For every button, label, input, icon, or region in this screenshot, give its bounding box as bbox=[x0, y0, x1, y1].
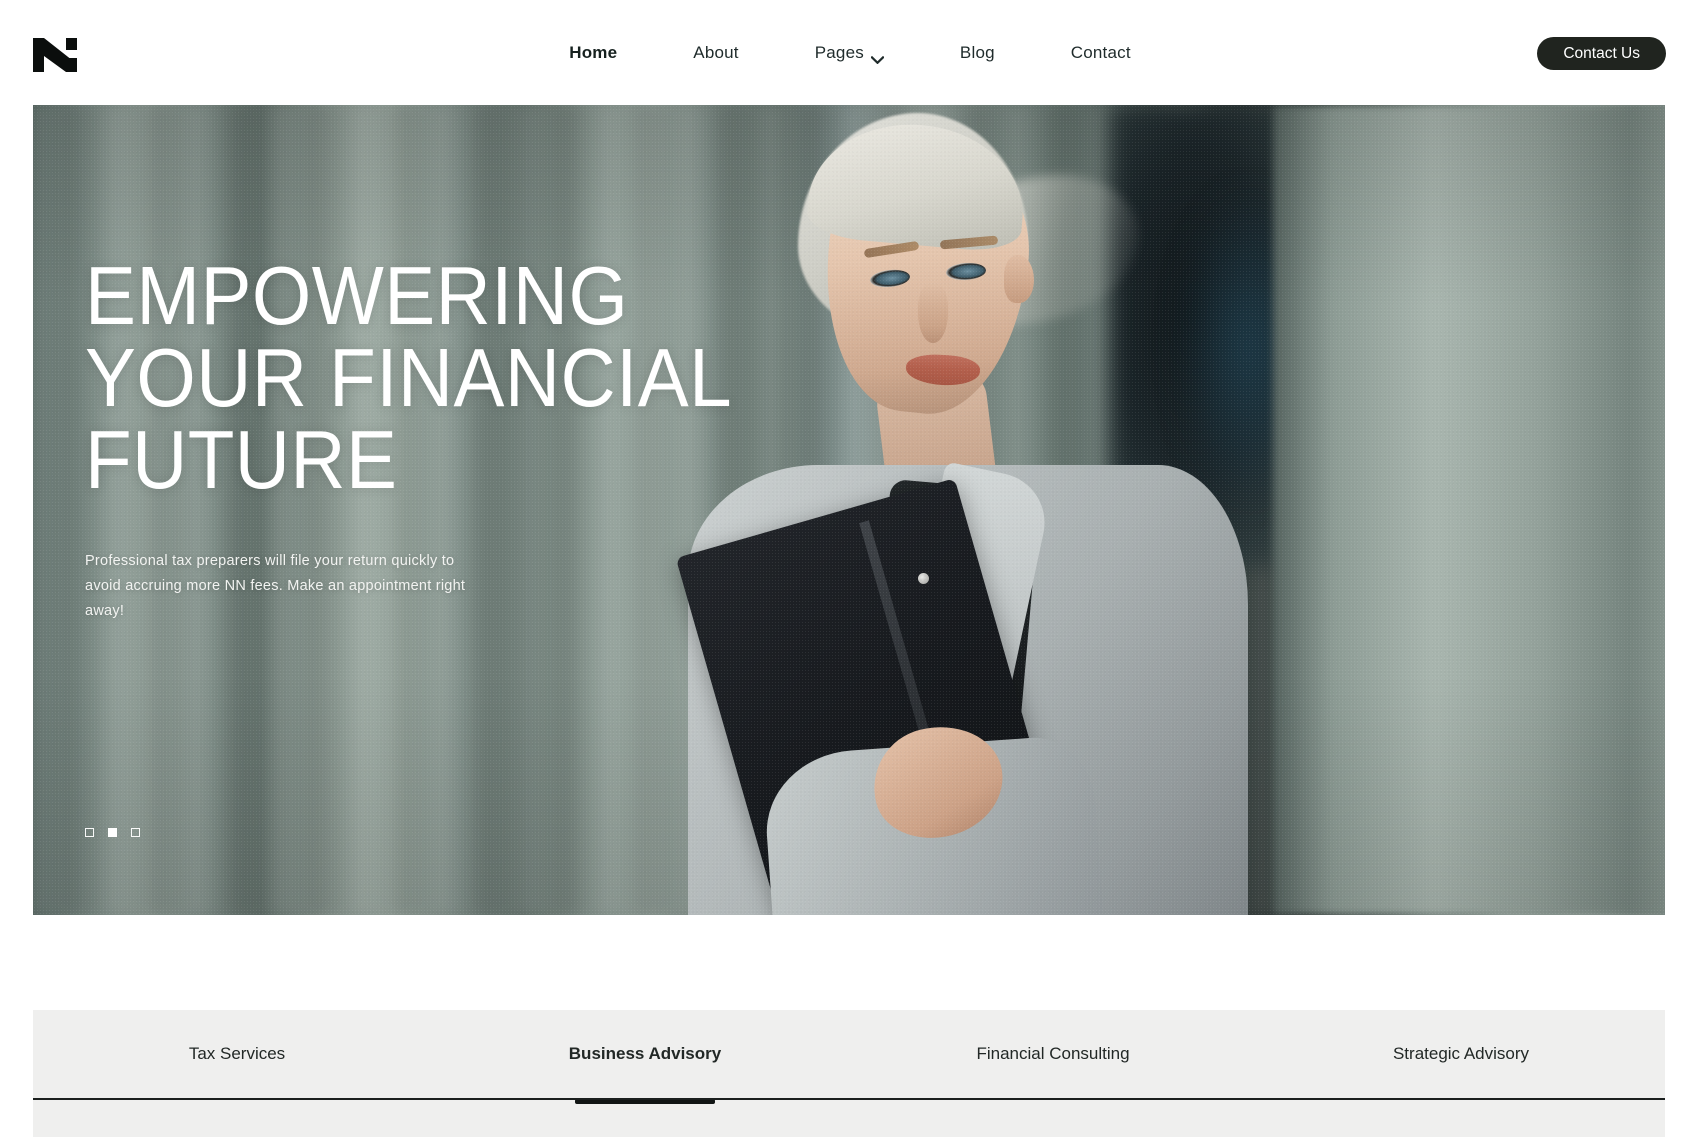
slider-dot-2[interactable] bbox=[108, 828, 117, 837]
nav-label-pages: Pages bbox=[814, 42, 864, 62]
tab-label-tax-services: Tax Services bbox=[188, 1044, 286, 1063]
landing-page: Home About Pages Blog Contact Contact Us… bbox=[0, 0, 1700, 1137]
services-tabs-row: Tax Services Business Advisory Financial… bbox=[33, 1010, 1665, 1098]
hero-slider: EMPOWERING YOUR FINANCIAL FUTURE Profess… bbox=[33, 105, 1665, 915]
chevron-down-icon bbox=[870, 49, 885, 64]
hero-headline-line-3: FUTURE bbox=[85, 413, 398, 507]
site-header: Home About Pages Blog Contact Contact Us bbox=[0, 0, 1700, 105]
nav-item-home[interactable]: Home bbox=[569, 43, 617, 63]
nav-item-about[interactable]: About bbox=[693, 43, 738, 63]
hero-slider-pagination bbox=[85, 828, 140, 837]
hero-headline: EMPOWERING YOUR FINANCIAL FUTURE bbox=[85, 249, 913, 507]
tab-label-financial-consulting: Financial Consulting bbox=[976, 1044, 1130, 1063]
tab-financial-consulting[interactable]: Financial Consulting bbox=[849, 1010, 1257, 1098]
tab-business-advisory[interactable]: Business Advisory bbox=[441, 1010, 849, 1098]
contact-us-button[interactable]: Contact Us bbox=[1537, 37, 1666, 70]
primary-navigation: Home About Pages Blog Contact bbox=[0, 0, 1700, 105]
nav-label-about: About bbox=[693, 42, 739, 62]
nav-item-pages[interactable]: Pages bbox=[814, 42, 885, 64]
nav-item-blog[interactable]: Blog bbox=[960, 43, 995, 63]
tab-tax-services[interactable]: Tax Services bbox=[33, 1010, 441, 1098]
slider-dot-1[interactable] bbox=[85, 828, 94, 837]
nav-item-contact[interactable]: Contact bbox=[1071, 43, 1131, 63]
tab-strategic-advisory[interactable]: Strategic Advisory bbox=[1257, 1010, 1665, 1098]
services-tabs-section: Tax Services Business Advisory Financial… bbox=[33, 1010, 1665, 1137]
tabs-divider bbox=[33, 1098, 1665, 1100]
tab-label-strategic-advisory: Strategic Advisory bbox=[1392, 1044, 1530, 1063]
slider-dot-3[interactable] bbox=[131, 828, 140, 837]
tab-label-business-advisory: Business Advisory bbox=[568, 1044, 722, 1063]
hero-headline-line-2: YOUR FINANCIAL bbox=[85, 331, 733, 425]
hero-headline-line-1: EMPOWERING bbox=[85, 249, 629, 342]
hero-copy-block: EMPOWERING YOUR FINANCIAL FUTURE Profess… bbox=[85, 249, 985, 623]
hero-paragraph: Professional tax preparers will file you… bbox=[85, 553, 466, 619]
nav-label-contact: Contact bbox=[1070, 42, 1131, 62]
nav-label-blog: Blog bbox=[959, 42, 995, 62]
nav-label-home: Home bbox=[569, 42, 618, 62]
